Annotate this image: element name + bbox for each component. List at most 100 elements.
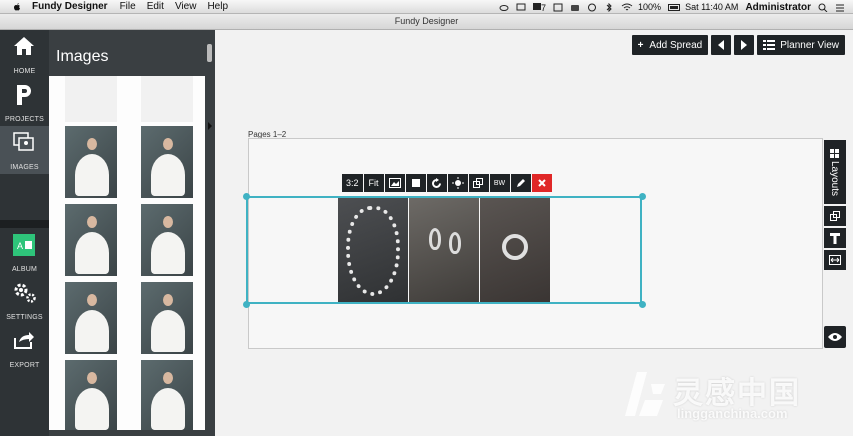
image-thumbnail[interactable] bbox=[65, 76, 117, 122]
bride-head bbox=[87, 216, 97, 228]
mouse-cursor bbox=[208, 122, 212, 130]
image-thumbnail[interactable] bbox=[141, 126, 193, 198]
nav-album[interactable]: A ALBUM bbox=[0, 228, 49, 276]
image-thumbnail[interactable] bbox=[65, 126, 117, 198]
nav-album-label: ALBUM bbox=[11, 266, 38, 273]
bride-head bbox=[163, 138, 173, 150]
image-thumbnail[interactable] bbox=[65, 282, 117, 354]
image-thumbnail[interactable] bbox=[141, 204, 193, 276]
clock-text[interactable]: Sat 11:40 AM bbox=[685, 2, 738, 12]
pencil-icon bbox=[516, 179, 525, 187]
adobe-icon bbox=[533, 2, 542, 10]
bride-dress bbox=[151, 310, 185, 352]
next-spread-button[interactable] bbox=[734, 35, 755, 55]
menu-bar: Fundy Designer File Edit View Help 7 100… bbox=[0, 0, 853, 14]
adjust-button[interactable] bbox=[447, 174, 468, 192]
nav-export[interactable]: EXPORT bbox=[0, 324, 49, 372]
image-edit-button[interactable] bbox=[384, 174, 405, 192]
watermark-url: lingganchina.com bbox=[677, 406, 788, 421]
menu-help[interactable]: Help bbox=[207, 1, 228, 12]
layouts-tab[interactable]: Layouts bbox=[824, 140, 846, 204]
battery-percent[interactable]: 100% bbox=[638, 2, 661, 12]
add-image-box-button[interactable] bbox=[824, 206, 846, 226]
bw-button[interactable]: BW bbox=[489, 174, 510, 192]
clock-icon[interactable] bbox=[587, 3, 597, 12]
panel-scrollbar[interactable] bbox=[207, 44, 212, 62]
necklace-photo[interactable] bbox=[338, 198, 408, 302]
text-icon bbox=[830, 232, 840, 244]
box-icon[interactable] bbox=[553, 3, 563, 12]
settings-icon bbox=[14, 283, 36, 303]
stroke-button[interactable] bbox=[405, 174, 426, 192]
resize-handle[interactable] bbox=[243, 301, 250, 308]
earring-shape bbox=[429, 228, 441, 250]
image-thumbnail[interactable] bbox=[141, 282, 193, 354]
bluetooth-icon[interactable] bbox=[604, 2, 614, 12]
planner-view-button[interactable]: Planner View bbox=[757, 35, 845, 55]
camera-icon[interactable] bbox=[570, 3, 580, 12]
copy-icon bbox=[473, 177, 484, 188]
bride-head bbox=[87, 294, 97, 306]
duplicate-button[interactable] bbox=[468, 174, 489, 192]
album-icon: A bbox=[13, 234, 35, 256]
aspect-ratio-button[interactable]: 3:2 bbox=[342, 174, 363, 192]
earrings-photo[interactable] bbox=[409, 198, 479, 302]
delete-button[interactable] bbox=[531, 174, 552, 192]
nav-images[interactable]: IMAGES bbox=[0, 126, 49, 174]
bride-head bbox=[87, 138, 97, 150]
nav-projects-label: PROJECTS bbox=[5, 116, 44, 123]
notification-center-icon[interactable] bbox=[835, 3, 845, 12]
resize-handle[interactable] bbox=[639, 193, 646, 200]
display-icon[interactable] bbox=[516, 3, 526, 12]
cloud-icon[interactable] bbox=[499, 3, 509, 12]
nav-settings[interactable]: SETTINGS bbox=[0, 276, 49, 324]
layouts-text: Layouts bbox=[829, 160, 841, 196]
resize-handle[interactable] bbox=[639, 301, 646, 308]
menu-view[interactable]: View bbox=[175, 1, 197, 12]
watermark-logo bbox=[625, 372, 665, 416]
edit-button[interactable] bbox=[510, 174, 531, 192]
nav-projects[interactable]: PROJECTS bbox=[0, 78, 49, 126]
previous-spread-button[interactable] bbox=[711, 35, 732, 55]
ring-photo[interactable] bbox=[480, 198, 550, 302]
ring-shape bbox=[502, 234, 528, 260]
fit-button[interactable]: Fit bbox=[363, 174, 384, 192]
close-icon bbox=[537, 179, 546, 187]
nav-home[interactable]: HOME bbox=[0, 30, 49, 78]
battery-icon[interactable] bbox=[668, 3, 681, 12]
export-icon bbox=[14, 332, 34, 349]
image-thumbnail[interactable] bbox=[141, 360, 193, 430]
menu-edit[interactable]: Edit bbox=[147, 1, 164, 12]
app-menu[interactable]: Fundy Designer bbox=[32, 1, 108, 12]
nav-export-label: EXPORT bbox=[9, 362, 40, 369]
adobe-status[interactable]: 7 bbox=[533, 2, 546, 13]
add-spread-label: Add Spread bbox=[649, 39, 703, 51]
nav-settings-label: SETTINGS bbox=[6, 314, 43, 321]
nav-home-label: HOME bbox=[13, 68, 36, 75]
user-menu[interactable]: Administrator bbox=[745, 2, 811, 13]
watermark: 灵感中国 lingganchina.com bbox=[613, 360, 843, 430]
apple-icon[interactable] bbox=[12, 2, 22, 12]
spotlight-icon[interactable] bbox=[818, 3, 828, 12]
image-thumbnail[interactable] bbox=[65, 204, 117, 276]
rotate-button[interactable] bbox=[426, 174, 447, 192]
images-icon bbox=[13, 132, 34, 151]
full-width-button[interactable] bbox=[824, 250, 846, 270]
image-thumbnail[interactable] bbox=[65, 360, 117, 430]
photo-toolbar: 3:2 Fit BW bbox=[342, 174, 552, 192]
projects-icon bbox=[17, 85, 31, 105]
preview-button[interactable] bbox=[824, 326, 846, 348]
main-nav: HOME PROJECTS IMAGES A ALBUM SETTINGS EX… bbox=[0, 30, 49, 436]
necklace-shape bbox=[346, 206, 400, 296]
image-thumbnail-list[interactable] bbox=[49, 76, 205, 430]
status-area: 7 100% Sat 11:40 AM Administrator bbox=[499, 0, 845, 14]
earring-shape bbox=[449, 232, 461, 254]
images-panel: Images bbox=[49, 30, 215, 436]
menu-file[interactable]: File bbox=[120, 1, 136, 12]
resize-handle[interactable] bbox=[243, 193, 250, 200]
add-spread-button[interactable]: + Add Spread bbox=[631, 35, 709, 55]
add-text-button[interactable] bbox=[824, 228, 846, 248]
image-thumbnail[interactable] bbox=[141, 76, 193, 122]
svg-text:A: A bbox=[17, 241, 23, 251]
wifi-icon[interactable] bbox=[621, 3, 633, 12]
